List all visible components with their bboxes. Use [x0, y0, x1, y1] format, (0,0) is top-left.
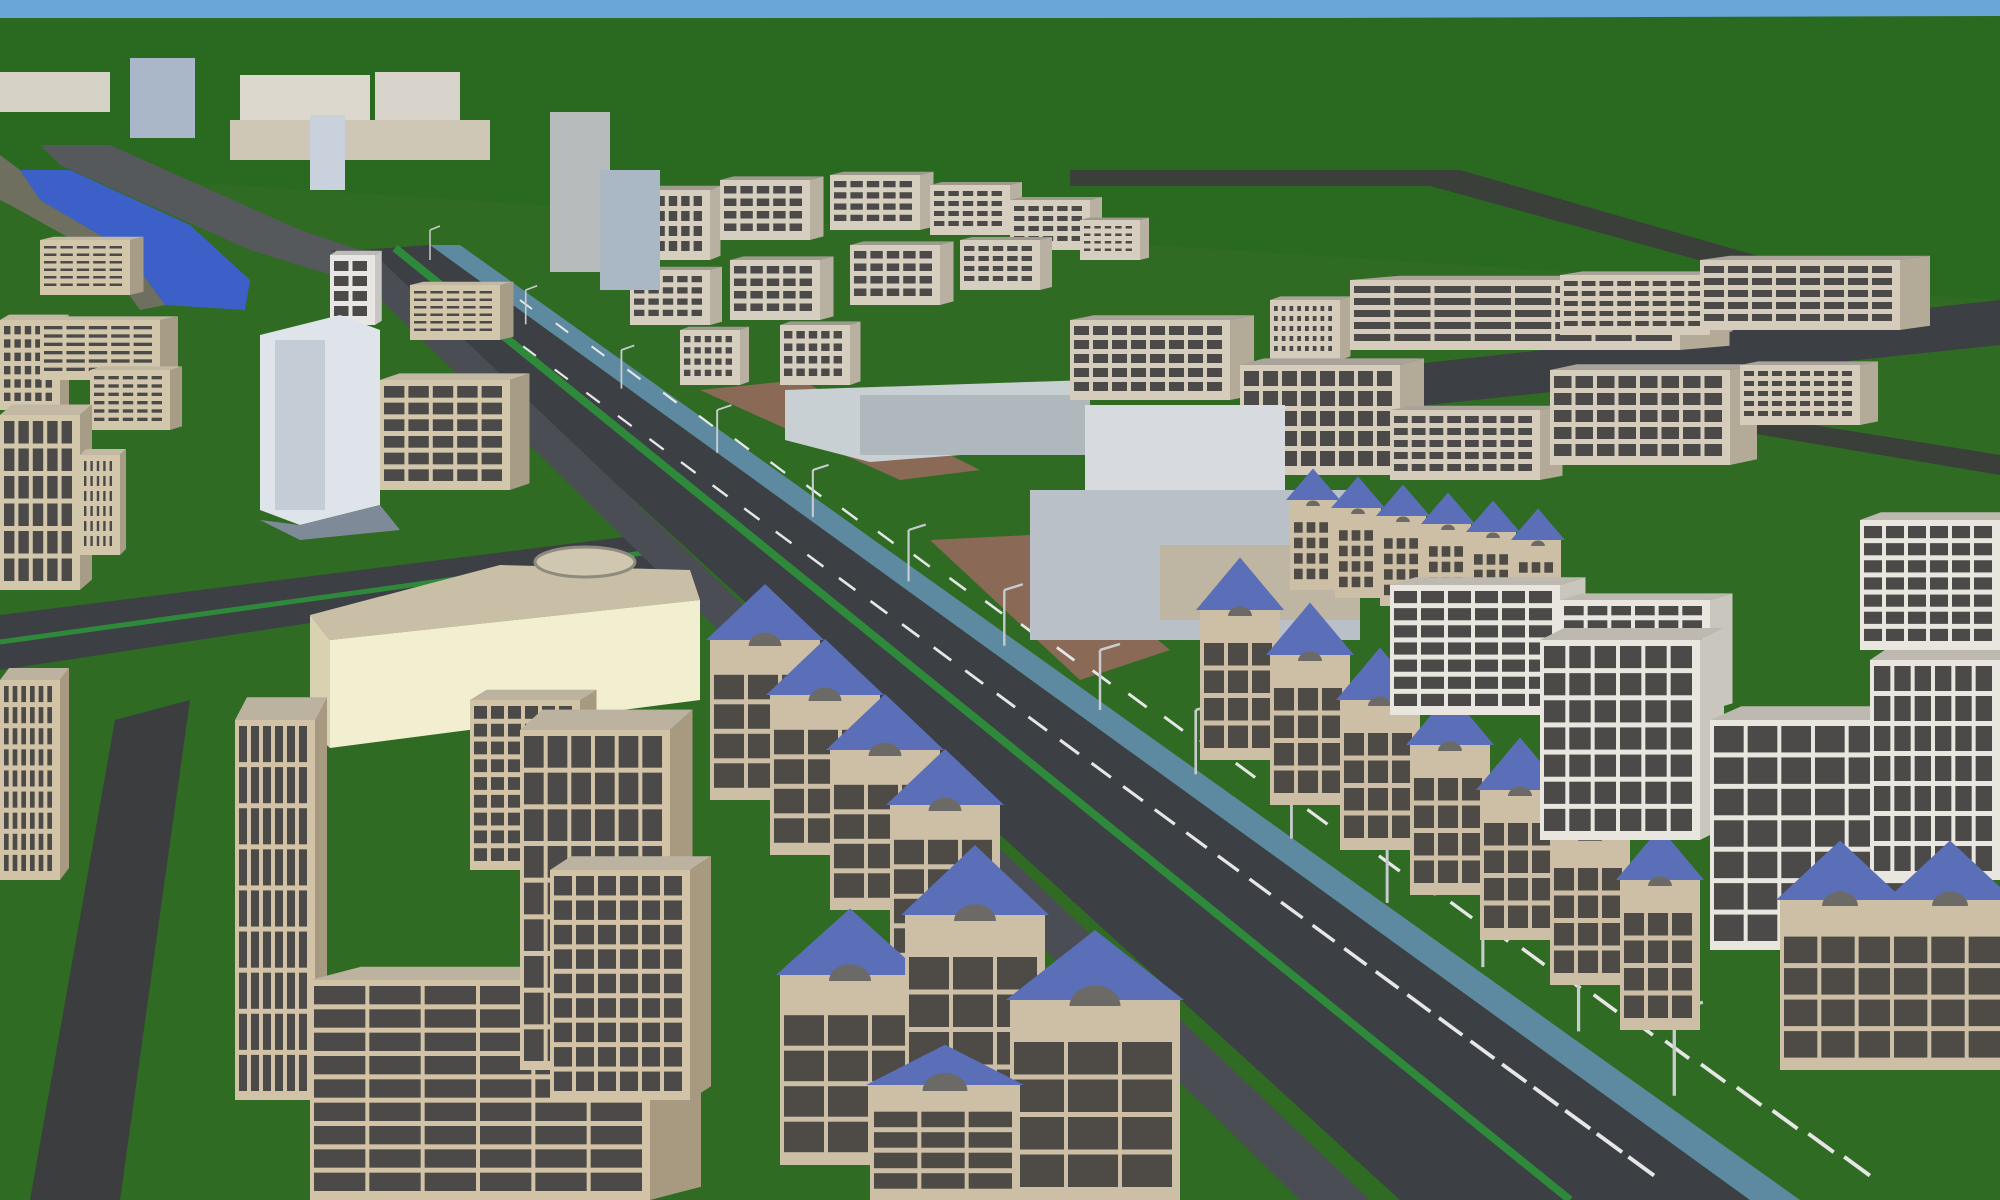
white-apartment — [1870, 646, 2000, 880]
right-far-building — [1390, 405, 1563, 480]
far-building — [850, 241, 954, 305]
right-far-building — [1550, 364, 1757, 465]
far-building — [780, 321, 861, 385]
right-far-building — [1270, 296, 1351, 360]
near-apartment — [550, 856, 711, 1100]
far-building — [680, 326, 749, 385]
small-white-building — [330, 250, 382, 325]
far-building — [960, 237, 1052, 290]
near-apartment — [0, 668, 69, 880]
left-building — [80, 449, 126, 555]
white-apartment — [1540, 628, 1724, 840]
right-far-building — [1740, 361, 1878, 425]
left-building — [40, 236, 144, 295]
left-building — [90, 366, 182, 430]
far-building — [730, 256, 834, 320]
curved-office-building — [785, 380, 1090, 462]
white-tower-left — [260, 315, 400, 540]
far-building — [930, 182, 1022, 235]
city-scene — [0, 0, 2000, 1200]
right-far-building — [1070, 315, 1254, 400]
far-building — [830, 171, 934, 230]
left-building — [0, 404, 92, 590]
right-far-building — [1700, 255, 1930, 330]
far-building — [720, 176, 824, 240]
far-building — [1080, 217, 1149, 260]
left-building — [410, 281, 514, 340]
white-apartment — [1860, 512, 2000, 650]
left-building — [380, 373, 530, 490]
